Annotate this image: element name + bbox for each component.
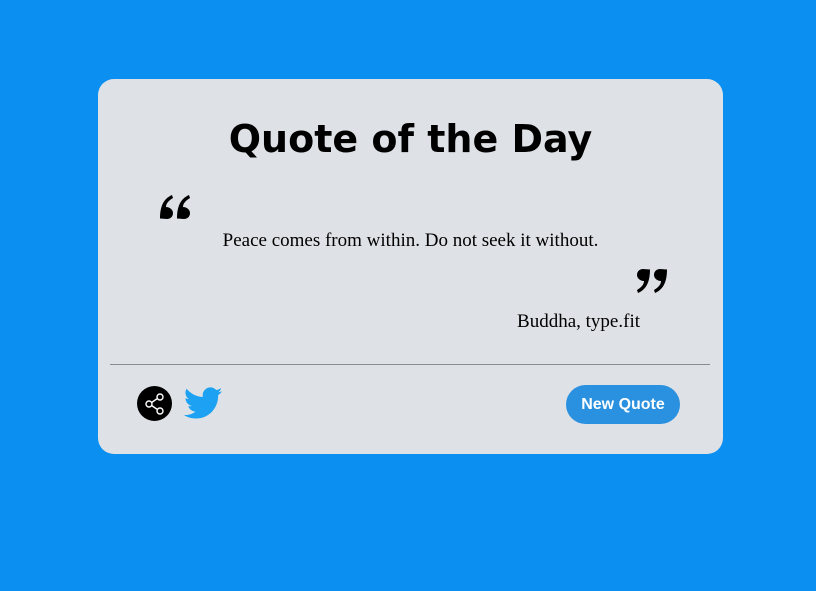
twitter-icon	[184, 387, 223, 419]
close-quote-icon	[637, 269, 667, 293]
new-quote-button[interactable]: New Quote	[566, 385, 680, 424]
share-button[interactable]	[137, 386, 172, 421]
quote-text: Peace comes from within. Do not seek it …	[222, 230, 599, 251]
share-icon	[144, 392, 164, 415]
quote-author: Buddha, type.fit	[517, 311, 640, 332]
twitter-button[interactable]	[184, 386, 223, 421]
open-quote-icon	[160, 195, 190, 219]
quote-card: Quote of the Day Peace comes from within…	[98, 79, 723, 454]
page-title: Quote of the Day	[228, 117, 593, 161]
divider	[110, 364, 710, 365]
